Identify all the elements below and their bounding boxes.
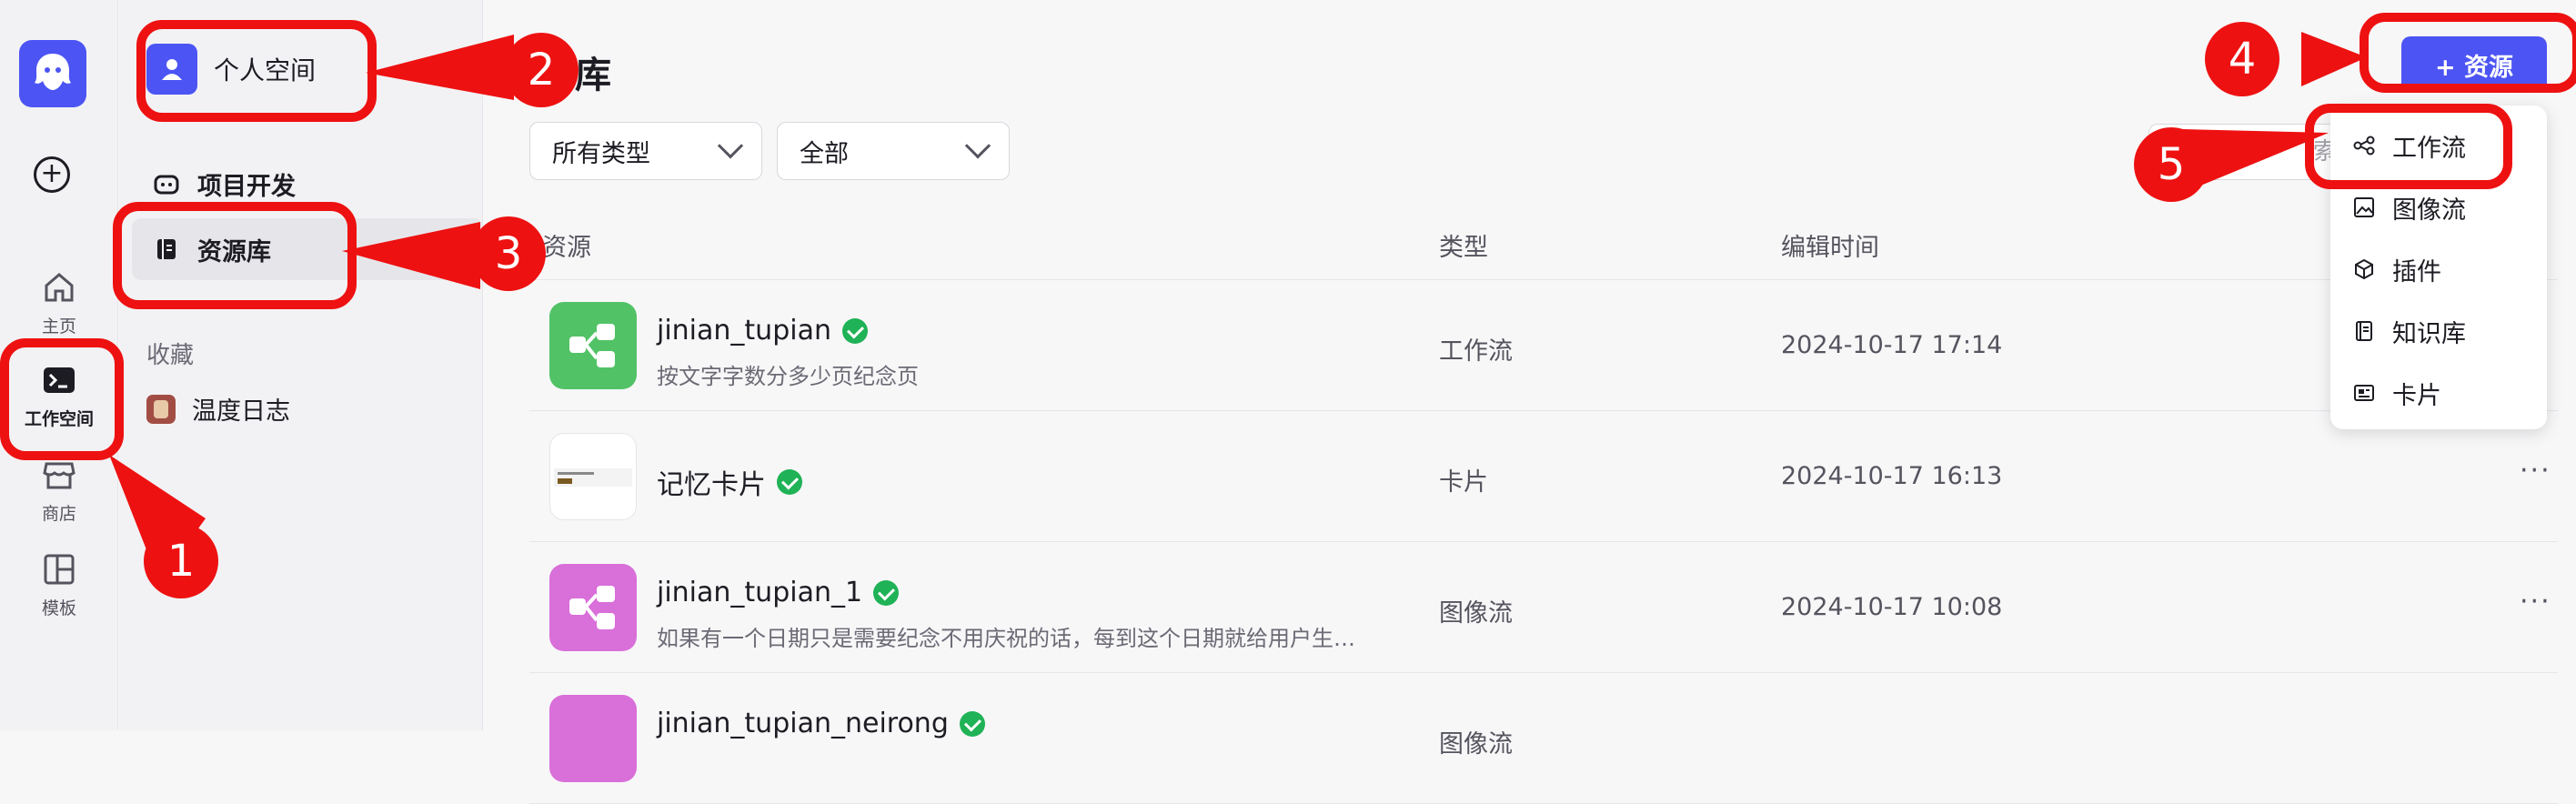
- annotation-number: 5: [2134, 127, 2209, 202]
- annotation-highlight: [136, 20, 377, 122]
- annotation-highlight: [2360, 13, 2576, 93]
- annotation-number: 3: [471, 216, 546, 291]
- annotation-highlight: [2305, 104, 2512, 189]
- annotation-highlight: [113, 202, 357, 309]
- annotation-arrows: [109, 32, 2367, 582]
- annotation-highlight: [0, 338, 124, 460]
- annotation-number: 4: [2205, 22, 2279, 96]
- annotation-number: 1: [144, 524, 218, 598]
- annotation-number: 2: [504, 33, 579, 107]
